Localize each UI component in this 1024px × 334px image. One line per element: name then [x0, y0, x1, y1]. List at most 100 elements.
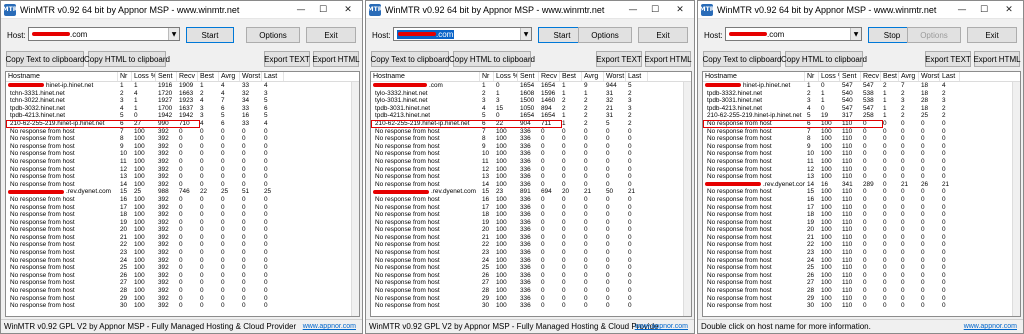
table-row[interactable]: No response from host 22 100 392 0 0 0 0 0 — [6, 241, 359, 249]
exit-button[interactable]: Exit — [967, 27, 1017, 43]
table-row[interactable]: No response from host 8 100 336 0 0 0 0 0 — [371, 135, 691, 143]
column-header[interactable]: Nr — [480, 72, 494, 81]
table-row[interactable]: No response from host 26 100 110 0 0 0 0 0 — [703, 272, 1020, 280]
table-row[interactable]: No response from host 12 100 336 0 0 0 0 0 — [371, 166, 691, 174]
options-button[interactable]: Options — [246, 27, 300, 43]
column-header[interactable]: Best — [198, 72, 219, 81]
table-row[interactable]: No response from host 10 100 110 0 0 0 0 0 — [703, 150, 1020, 158]
table-row[interactable]: No response from host 23 100 336 0 0 0 0 0 — [371, 249, 691, 257]
table-row[interactable]: No response from host 25 100 110 0 0 0 0 0 — [703, 264, 1020, 272]
table-row[interactable]: No response from host 17 100 392 0 0 0 0 0 — [6, 204, 359, 212]
appnor-link[interactable]: www.appnor.com — [964, 323, 1017, 330]
host-combobox[interactable]: .com ▼ — [725, 27, 862, 41]
options-button[interactable]: Options — [578, 27, 632, 43]
table-row[interactable]: No response from host 7 100 392 0 0 0 0 0 — [6, 128, 359, 136]
table-row[interactable]: No response from host 9 100 392 0 0 0 0 0 — [6, 143, 359, 151]
column-header[interactable]: Worst — [240, 72, 262, 81]
table-row[interactable]: No response from host 30 100 110 0 0 0 0 0 — [703, 302, 1020, 310]
table-row[interactable]: No response from host 12 100 392 0 0 0 0 0 — [6, 166, 359, 174]
table-row[interactable]: No response from host 20 100 336 0 0 0 0 0 — [371, 226, 691, 234]
export-html-button[interactable]: Export HTML — [973, 51, 1021, 67]
table-row[interactable]: No response from host 10 100 392 0 0 0 0 0 — [6, 150, 359, 158]
chevron-down-icon[interactable]: ▼ — [850, 28, 861, 40]
table-row[interactable]: tchn-3331.hinet.net 2 4 1720 1663 2 4 32 3 — [6, 90, 359, 98]
export-text-button[interactable]: Export TEXT — [264, 51, 310, 67]
host-combobox[interactable]: .com ▼ — [393, 27, 532, 41]
copy-html-button[interactable]: Copy HTML to clipboard — [781, 51, 867, 67]
table-row[interactable]: No response from host 7 100 336 0 0 0 0 0 — [371, 128, 691, 136]
table-row[interactable]: No response from host 13 100 392 0 0 0 0 0 — [6, 173, 359, 181]
table-row[interactable]: No response from host 26 100 392 0 0 0 0 0 — [6, 272, 359, 280]
table-row[interactable]: No response from host 19 100 336 0 0 0 0 0 — [371, 219, 691, 227]
table-row[interactable]: No response from host 8 100 392 0 0 0 0 0 — [6, 135, 359, 143]
table-row[interactable]: No response from host 12 100 110 0 0 0 0 0 — [703, 166, 1020, 174]
column-header[interactable]: Avrg — [582, 72, 604, 81]
table-row[interactable]: tylo-3332.hinet.net 2 1 1608 1596 1 1 31 2 — [371, 90, 691, 98]
column-header[interactable]: Loss % — [494, 72, 518, 81]
table-row[interactable]: No response from host 18 100 336 0 0 0 0 0 — [371, 211, 691, 219]
table-row[interactable]: .com 1 0 1654 1654 1 9 944 5 — [371, 82, 691, 90]
table-row[interactable]: tylo-3031.hinet.net 3 3 1500 1460 2 2 32 3 — [371, 97, 691, 105]
table-row[interactable]: No response from host 23 100 392 0 0 0 0 0 — [6, 249, 359, 257]
table-row[interactable]: tpdb-4213.hinet.net 4 0 547 547 1 2 18 2 — [703, 105, 1020, 113]
table-row[interactable]: No response from host 14 100 392 0 0 0 0 0 — [6, 181, 359, 189]
table-row[interactable]: No response from host 19 100 110 0 0 0 0 0 — [703, 219, 1020, 227]
table-row[interactable]: No response from host 24 100 110 0 0 0 0 0 — [703, 257, 1020, 265]
table-row[interactable]: No response from host 27 100 392 0 0 0 0 0 — [6, 279, 359, 287]
column-header[interactable]: Recv — [177, 72, 198, 81]
maximize-icon[interactable]: ☐ — [312, 1, 334, 19]
table-row[interactable]: No response from host 21 100 110 0 0 0 0 0 — [703, 234, 1020, 242]
column-header[interactable]: Hostname — [371, 72, 480, 81]
maximize-icon[interactable]: ☐ — [644, 1, 666, 19]
table-row[interactable]: No response from host 15 100 110 0 0 0 0 0 — [703, 188, 1020, 196]
table-row[interactable]: No response from host 22 100 110 0 0 0 0 0 — [703, 241, 1020, 249]
column-header[interactable]: Nr — [118, 72, 132, 81]
table-row[interactable]: No response from host 7 100 110 0 0 0 0 0 — [703, 128, 1020, 136]
close-icon[interactable]: ✕ — [995, 1, 1023, 19]
export-text-button[interactable]: Export TEXT — [925, 51, 971, 67]
chevron-down-icon[interactable]: ▼ — [168, 28, 179, 40]
table-row[interactable]: No response from host 10 100 336 0 0 0 0 0 — [371, 150, 691, 158]
table-row[interactable]: No response from host 11 100 336 0 0 0 0 0 — [371, 158, 691, 166]
table-row[interactable]: No response from host 18 100 110 0 0 0 0 0 — [703, 211, 1020, 219]
copy-text-button[interactable]: Copy Text to clipboard — [703, 51, 782, 67]
table-row[interactable]: No response from host 20 100 110 0 0 0 0 0 — [703, 226, 1020, 234]
minimize-icon[interactable]: — — [622, 1, 644, 19]
column-header[interactable]: Sent — [518, 72, 539, 81]
vertical-scrollbar[interactable] — [351, 82, 359, 316]
column-header[interactable]: Worst — [604, 72, 626, 81]
vertical-scrollbar[interactable] — [1012, 82, 1020, 316]
table-row[interactable]: No response from host 18 100 392 0 0 0 0 0 — [6, 211, 359, 219]
chevron-down-icon[interactable]: ▼ — [520, 28, 531, 40]
table-row[interactable]: No response from host 16 100 110 0 0 0 0 0 — [703, 196, 1020, 204]
column-header[interactable]: Nr — [805, 72, 819, 81]
table-row[interactable]: No response from host 9 100 110 0 0 0 0 0 — [703, 143, 1020, 151]
table-row[interactable]: No response from host 24 100 392 0 0 0 0 0 — [6, 257, 359, 265]
export-text-button[interactable]: Export TEXT — [596, 51, 642, 67]
table-row[interactable]: No response from host 11 100 392 0 0 0 0 0 — [6, 158, 359, 166]
table-row[interactable]: No response from host 19 100 392 0 0 0 0 0 — [6, 219, 359, 227]
table-row[interactable]: No response from host 28 100 110 0 0 0 0 0 — [703, 287, 1020, 295]
table-row[interactable]: No response from host 13 100 110 0 0 0 0 0 — [703, 173, 1020, 181]
table-row[interactable]: .rev.dyenet.com 15 23 891 694 20 21 50 21 — [371, 188, 691, 196]
column-header[interactable]: Last — [940, 72, 960, 81]
table-row[interactable]: No response from host 27 100 110 0 0 0 0 0 — [703, 279, 1020, 287]
table-row[interactable]: tpdb-3332.hinet.net 2 1 540 538 1 2 18 2 — [703, 90, 1020, 98]
table-row[interactable]: No response from host 26 100 336 0 0 0 0 0 — [371, 272, 691, 280]
table-row[interactable]: No response from host 16 100 336 0 0 0 0 0 — [371, 196, 691, 204]
table-row[interactable]: No response from host 28 100 392 0 0 0 0 0 — [6, 287, 359, 295]
export-html-button[interactable]: Export HTML — [644, 51, 692, 67]
column-header[interactable]: Avrg — [899, 72, 919, 81]
copy-html-button[interactable]: Copy HTML to clipboard — [84, 51, 170, 67]
table-row[interactable]: No response from host 17 100 336 0 0 0 0 0 — [371, 204, 691, 212]
table-row[interactable]: hinet-ip.hinet.net 1 0 547 547 2 7 18 4 — [703, 82, 1020, 90]
table-row[interactable]: .rev.dyenet.com 14 16 341 289 0 21 26 21 — [703, 181, 1020, 189]
table-row[interactable]: No response from host 28 100 336 0 0 0 0 0 — [371, 287, 691, 295]
results-table[interactable]: HostnameNrLoss %SentRecvBestAvrgWorstLas… — [370, 71, 692, 317]
results-table[interactable]: HostnameNrLoss %SentRecvBestAvrgWorstLas… — [702, 71, 1021, 317]
results-table[interactable]: HostnameNrLoss %SentRecvBestAvrgWorstLas… — [5, 71, 360, 317]
table-row[interactable]: No response from host 16 100 392 0 0 0 0 0 — [6, 196, 359, 204]
vertical-scrollbar[interactable] — [683, 82, 691, 316]
table-row[interactable]: tpdb-3031.hinet.net 4 15 1050 894 2 2 21 3 — [371, 105, 691, 113]
table-row[interactable]: hinet-ip.hinet.net 1 1 1916 1909 1 4 33 4 — [6, 82, 359, 90]
